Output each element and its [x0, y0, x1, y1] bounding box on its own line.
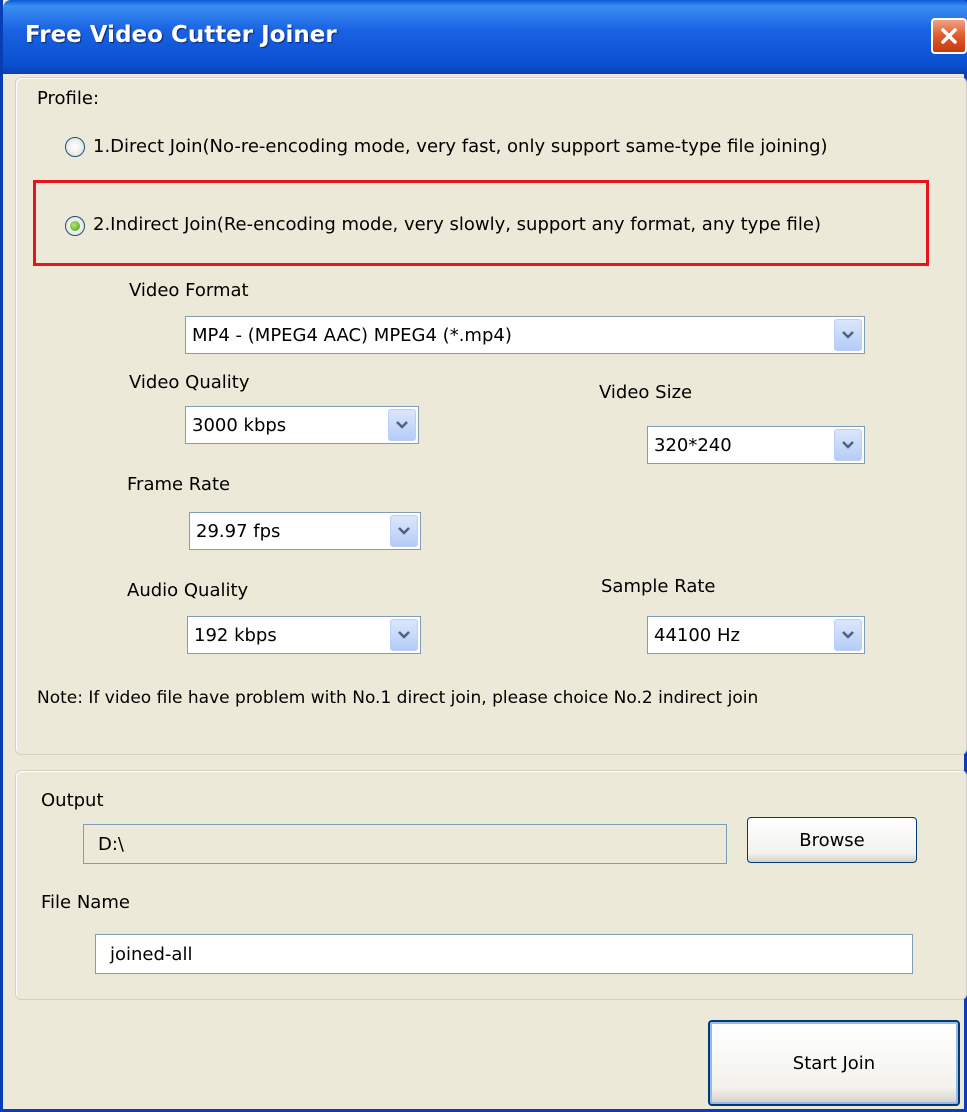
frame-rate-dropdown-button[interactable] — [390, 515, 418, 547]
title-bar[interactable]: Free Video Cutter Joiner — [3, 0, 967, 74]
radio-indirect-join-label[interactable]: 2.Indirect Join(Re-encoding mode, very s… — [93, 214, 821, 235]
video-format-dropdown-button[interactable] — [834, 319, 862, 351]
start-join-button-label: Start Join — [792, 1052, 876, 1074]
join-note: Note: If video file have problem with No… — [37, 688, 759, 708]
video-size-select[interactable]: 320*240 — [647, 426, 865, 464]
sample-rate-dropdown-button[interactable] — [834, 619, 862, 651]
chevron-down-icon — [842, 631, 854, 639]
file-name-label: File Name — [41, 892, 130, 913]
output-label: Output — [41, 790, 104, 811]
chevron-down-icon — [396, 421, 408, 429]
radio-selected-dot — [70, 221, 80, 231]
browse-button-label: Browse — [799, 829, 865, 851]
video-quality-select[interactable]: 3000 kbps — [185, 406, 419, 444]
file-name-value: joined-all — [110, 944, 193, 965]
video-size-label: Video Size — [599, 382, 693, 403]
video-quality-dropdown-button[interactable] — [388, 409, 416, 441]
audio-quality-select[interactable]: 192 kbps — [187, 616, 421, 654]
chevron-down-icon — [398, 631, 410, 639]
sample-rate-value: 44100 Hz — [654, 625, 740, 646]
video-format-select[interactable]: MP4 - (MPEG4 AAC) MPEG4 (*.mp4) — [185, 316, 865, 354]
chevron-down-icon — [842, 331, 854, 339]
frame-rate-select[interactable]: 29.97 fps — [189, 512, 421, 550]
frame-rate-label: Frame Rate — [127, 474, 231, 495]
close-button[interactable] — [931, 18, 967, 54]
radio-direct-join[interactable] — [65, 137, 85, 157]
app-window: Free Video Cutter Joiner Profile: 1.Dire… — [0, 0, 967, 1112]
close-icon — [941, 28, 957, 44]
video-format-value: MP4 - (MPEG4 AAC) MPEG4 (*.mp4) — [192, 325, 512, 346]
radio-indirect-join[interactable] — [65, 216, 85, 236]
start-join-button[interactable]: Start Join — [708, 1020, 960, 1106]
window-title: Free Video Cutter Joiner — [25, 22, 337, 48]
file-name-input[interactable]: joined-all — [95, 934, 913, 974]
output-path-value: D:\ — [98, 834, 124, 855]
video-quality-label: Video Quality — [129, 372, 250, 393]
sample-rate-label: Sample Rate — [601, 576, 716, 597]
audio-quality-value: 192 kbps — [194, 625, 277, 646]
audio-quality-label: Audio Quality — [127, 580, 249, 601]
video-size-dropdown-button[interactable] — [834, 429, 862, 461]
video-quality-value: 3000 kbps — [192, 415, 287, 436]
audio-quality-dropdown-button[interactable] — [390, 619, 418, 651]
browse-button[interactable]: Browse — [747, 817, 917, 863]
video-format-label: Video Format — [129, 280, 249, 301]
sample-rate-select[interactable]: 44100 Hz — [647, 616, 865, 654]
output-path-field[interactable]: D:\ — [83, 824, 727, 864]
chevron-down-icon — [398, 527, 410, 535]
profile-label: Profile: — [37, 88, 100, 109]
chevron-down-icon — [842, 441, 854, 449]
frame-rate-value: 29.97 fps — [196, 521, 281, 542]
video-size-value: 320*240 — [654, 435, 732, 456]
radio-direct-join-label[interactable]: 1.Direct Join(No-re-encoding mode, very … — [93, 136, 828, 157]
